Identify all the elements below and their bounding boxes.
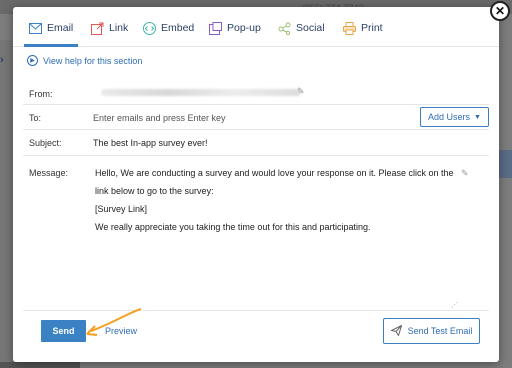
tab-label: Pop-up — [227, 22, 261, 34]
tab-social[interactable]: Social — [278, 20, 325, 36]
message-line: link below to go to the survey: — [95, 186, 214, 196]
paper-plane-icon — [389, 324, 402, 338]
message-line: We really appreciate you taking the time… — [95, 222, 371, 232]
active-tab-indicator — [24, 44, 78, 47]
print-icon — [343, 21, 356, 35]
tab-print[interactable]: Print — [343, 20, 383, 36]
to-label: To: — [29, 113, 42, 123]
message-line: Hello, We are conducting a survey and wo… — [95, 168, 454, 178]
tab-label: Email — [47, 22, 74, 34]
message-label: Message: — [29, 168, 69, 178]
caret-down-icon: ▼ — [474, 113, 481, 121]
subject-label: Subject: — [29, 138, 62, 148]
play-circle-icon: ▶ — [27, 55, 38, 66]
tab-email[interactable]: Email — [29, 20, 73, 36]
tab-label: Print — [361, 22, 383, 34]
tab-label: Link — [109, 22, 129, 34]
tab-popup[interactable]: Pop-up — [209, 20, 261, 36]
help-link-label: View help for this section — [43, 55, 143, 66]
subject-value[interactable]: The best In-app survey ever! — [93, 138, 208, 148]
subject-row: Subject: The best In-app survey ever! — [23, 130, 489, 156]
edit-from-pencil-icon[interactable]: ✎ — [297, 86, 305, 97]
from-row: From: ✎ — [23, 80, 489, 105]
email-icon — [29, 22, 42, 35]
tab-embed[interactable]: Embed — [143, 20, 194, 36]
add-users-button[interactable]: Add Users ▼ — [420, 107, 489, 127]
share-tabs: Email Link Embed Pop-up Social Print — [13, 7, 499, 47]
resize-handle-icon[interactable]: ⋰ — [451, 301, 458, 309]
from-label: From: — [29, 89, 53, 99]
help-link[interactable]: ▶ View help for this section — [27, 55, 142, 66]
send-test-email-label: Send Test Email — [407, 326, 473, 336]
close-modal-button[interactable]: ✕ — [490, 1, 510, 21]
from-address-redacted — [101, 89, 301, 96]
share-modal: Email Link Embed Pop-up Social Print ▶ V… — [13, 7, 499, 362]
to-email-input[interactable] — [93, 109, 413, 126]
tab-link[interactable]: Link — [91, 20, 128, 36]
message-area: Message: Hello, We are conducting a surv… — [23, 163, 489, 311]
send-test-email-button[interactable]: Send Test Email — [383, 318, 480, 344]
popup-icon — [209, 21, 222, 35]
send-button[interactable]: Send — [41, 320, 86, 342]
background-bottom-bar — [0, 362, 80, 368]
embed-icon — [143, 21, 156, 35]
tab-label: Social — [296, 22, 325, 34]
annotation-arrow-icon — [86, 308, 142, 336]
message-line: [Survey Link] — [95, 204, 148, 214]
to-row: To: Add Users ▼ — [23, 105, 489, 130]
add-users-label: Add Users — [428, 112, 471, 122]
edit-message-pencil-icon[interactable]: ✎ — [461, 168, 469, 179]
close-icon: ✕ — [494, 4, 506, 18]
link-icon — [91, 22, 104, 35]
social-icon — [278, 22, 291, 35]
message-body-editor[interactable] — [85, 163, 449, 301]
tab-label: Embed — [161, 22, 195, 34]
